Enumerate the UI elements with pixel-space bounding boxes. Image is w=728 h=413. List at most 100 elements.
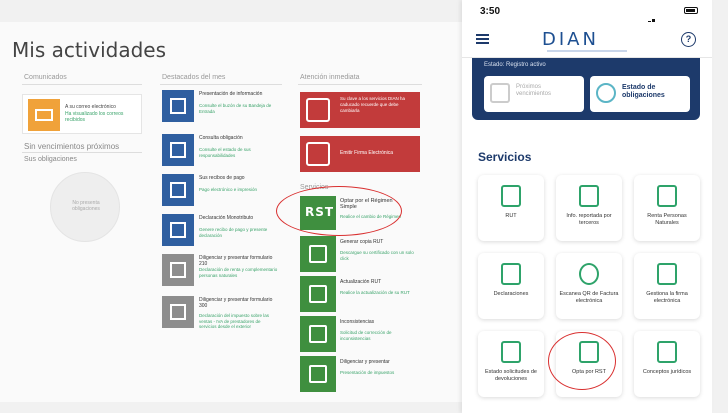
download-icon [300,236,336,272]
comunicado-title: A su correo electrónico [65,104,116,110]
legal-icon [657,341,677,363]
service-label: Renta Personas Naturales [647,213,687,226]
status-panel: Estado: Registro activo Próximos vencimi… [472,58,700,120]
tile-text: Declaración de renta y complementario pe… [199,267,278,278]
tile-title: Generar copia RUT [340,239,384,245]
page-title: Mis actividades [12,38,167,62]
comunicado-text: Ha visualizado los correos recibidos [65,111,124,123]
tile-copia-rut[interactable]: Generar copia RUT Descargue su certifica… [300,236,420,274]
service-label: Estado solicitudes de devoluciones [485,369,537,382]
service-renta-personas[interactable]: Renta Personas Naturales [634,175,700,241]
tile-title: Presentación de información [199,91,263,97]
card-label: Estado de obligaciones [622,84,665,100]
document-icon [501,185,521,207]
tile-text: Consulte el estado de sus responsabilida… [199,147,251,158]
tile-text: Descargue su certificado con un solo cli… [340,250,414,261]
email-icon [28,99,60,131]
qr-scan-icon [579,263,599,285]
list-icon [162,134,194,166]
card-label: Próximos vencimientos [516,84,552,98]
empty-obligations-circle: No presenta obligaciones [50,172,120,242]
tile-recibos-pago[interactable]: Sus recibos de pago Pago electrónico e i… [162,172,280,210]
signature-icon [657,263,677,285]
form-icon [162,296,194,328]
tile-title: Diligenciar y presentar formulario 210 [199,255,273,267]
service-conceptos-juridicos[interactable]: Conceptos jurídicos [634,331,700,397]
service-rut[interactable]: RUT [478,175,544,241]
tile-formulario-210[interactable]: Diligenciar y presentar formulario 210 D… [162,252,280,290]
alert-firma-electronica[interactable]: Emitir Firma Electrónica [300,136,420,172]
section-header-destacados: Destacados del mes [162,74,226,81]
estado-label: Estado: Registro activo [484,62,546,68]
report-icon [579,185,599,207]
service-declaraciones[interactable]: Declaraciones [478,253,544,319]
service-firma-electronica[interactable]: Gestiona la firma electrónica [634,253,700,319]
tile-inconsistencias[interactable]: Inconsistencias Solicitud de corrección … [300,316,420,354]
dian-logo: DIAN [542,29,599,50]
clock: 3:50 [480,6,501,17]
alert-text: Su clave a los servicios DIAN ha caducad… [340,96,406,113]
tile-text: Pago electrónico e impresión [199,187,258,192]
menu-icon[interactable] [476,34,489,44]
signature-icon [306,142,330,166]
section-header-atencion: Atención inmediata [300,74,360,81]
no-deadlines-label: Sin vencimientos próximos [24,142,120,151]
highlight-circle [276,186,402,236]
service-label: Gestiona la firma electrónica [646,291,688,304]
tile-consulta-obligacion[interactable]: Consulta obligación Consulte el estado d… [162,132,280,170]
chart-icon [657,185,677,207]
tile-title: Consulta obligación [199,135,243,141]
form-icon [501,263,521,285]
service-label: Escanea QR de Factura electrónica [559,291,619,304]
signal-icon [644,8,672,26]
tile-text: Presentación de impuestos [340,370,395,375]
status-bar: 3:50 [462,0,712,26]
tile-presentacion-informacion[interactable]: Presentación de información Consulte el … [162,88,280,126]
app-header: DIAN ? [462,22,712,58]
card-estado-obligaciones[interactable]: Estado de obligaciones [590,76,690,112]
services-title: Servicios [478,150,532,164]
tile-actualizacion-rut[interactable]: Actualización RUT Realice la actualizaci… [300,276,420,314]
battery-icon [684,7,698,14]
tile-title: Actualización RUT [340,279,382,285]
service-label: RUT [505,213,517,219]
tile-formulario-300[interactable]: Diligenciar y presentar formulario 300 D… [162,294,280,340]
comunicado-card[interactable]: A su correo electrónico Ha visualizado l… [22,94,142,134]
tile-text: Genere recibo de pago y presente declara… [199,227,268,238]
alert-clave-caducada[interactable]: Su clave a los servicios DIAN ha caducad… [300,92,420,128]
divider [298,84,422,85]
logo-underline [547,50,627,52]
empty-obligations-text: No presenta obligaciones [72,200,100,212]
card-proximos-vencimientos[interactable]: Próximos vencimientos [484,76,584,112]
desktop-panel: Mis actividades Comunicados Destacados d… [0,22,470,402]
service-escanea-qr[interactable]: Escanea QR de Factura electrónica [556,253,622,319]
help-icon[interactable]: ? [681,32,696,47]
tile-title: Diligenciar y presentar [340,359,390,365]
service-label: Declaraciones [493,291,529,297]
tile-text: Realice la actualización de su RUT [340,290,410,295]
service-label: Info. reportada por terceros [566,213,612,226]
service-info-reportada[interactable]: Info. reportada por terceros [556,175,622,241]
form-icon [162,254,194,286]
section-header-comunicados: Comunicados [24,74,67,81]
service-estado-devoluciones[interactable]: Estado solicitudes de devoluciones [478,331,544,397]
mobile-app: 3:50 DIAN ? Estado: Registro activo Próx… [462,0,712,413]
tile-text: Consulte el buzón de su Bandeja de Entra… [199,103,272,114]
tile-monotributo[interactable]: Declaración Monotributo Genere recibo de… [162,212,280,250]
tile-diligenciar-presentar[interactable]: Diligenciar y presentar Presentación de … [300,356,420,394]
people-icon [162,214,194,246]
tile-title: Inconsistencias [340,319,375,325]
receipt-icon [162,174,194,206]
divider [22,84,142,85]
highlight-circle [548,332,616,390]
house-icon [162,90,194,122]
tile-text: Declaración del impuesto sobre las venta… [199,313,270,330]
tile-text: Solicitud de corrección de inconsistenci… [340,330,392,341]
calendar-icon [490,83,510,103]
refresh-icon [300,276,336,312]
obligations-label: Sus obligaciones [24,156,77,163]
divider [160,84,282,85]
document-icon [300,316,336,352]
key-icon [306,98,330,122]
service-label: Conceptos jurídicos [642,369,692,375]
